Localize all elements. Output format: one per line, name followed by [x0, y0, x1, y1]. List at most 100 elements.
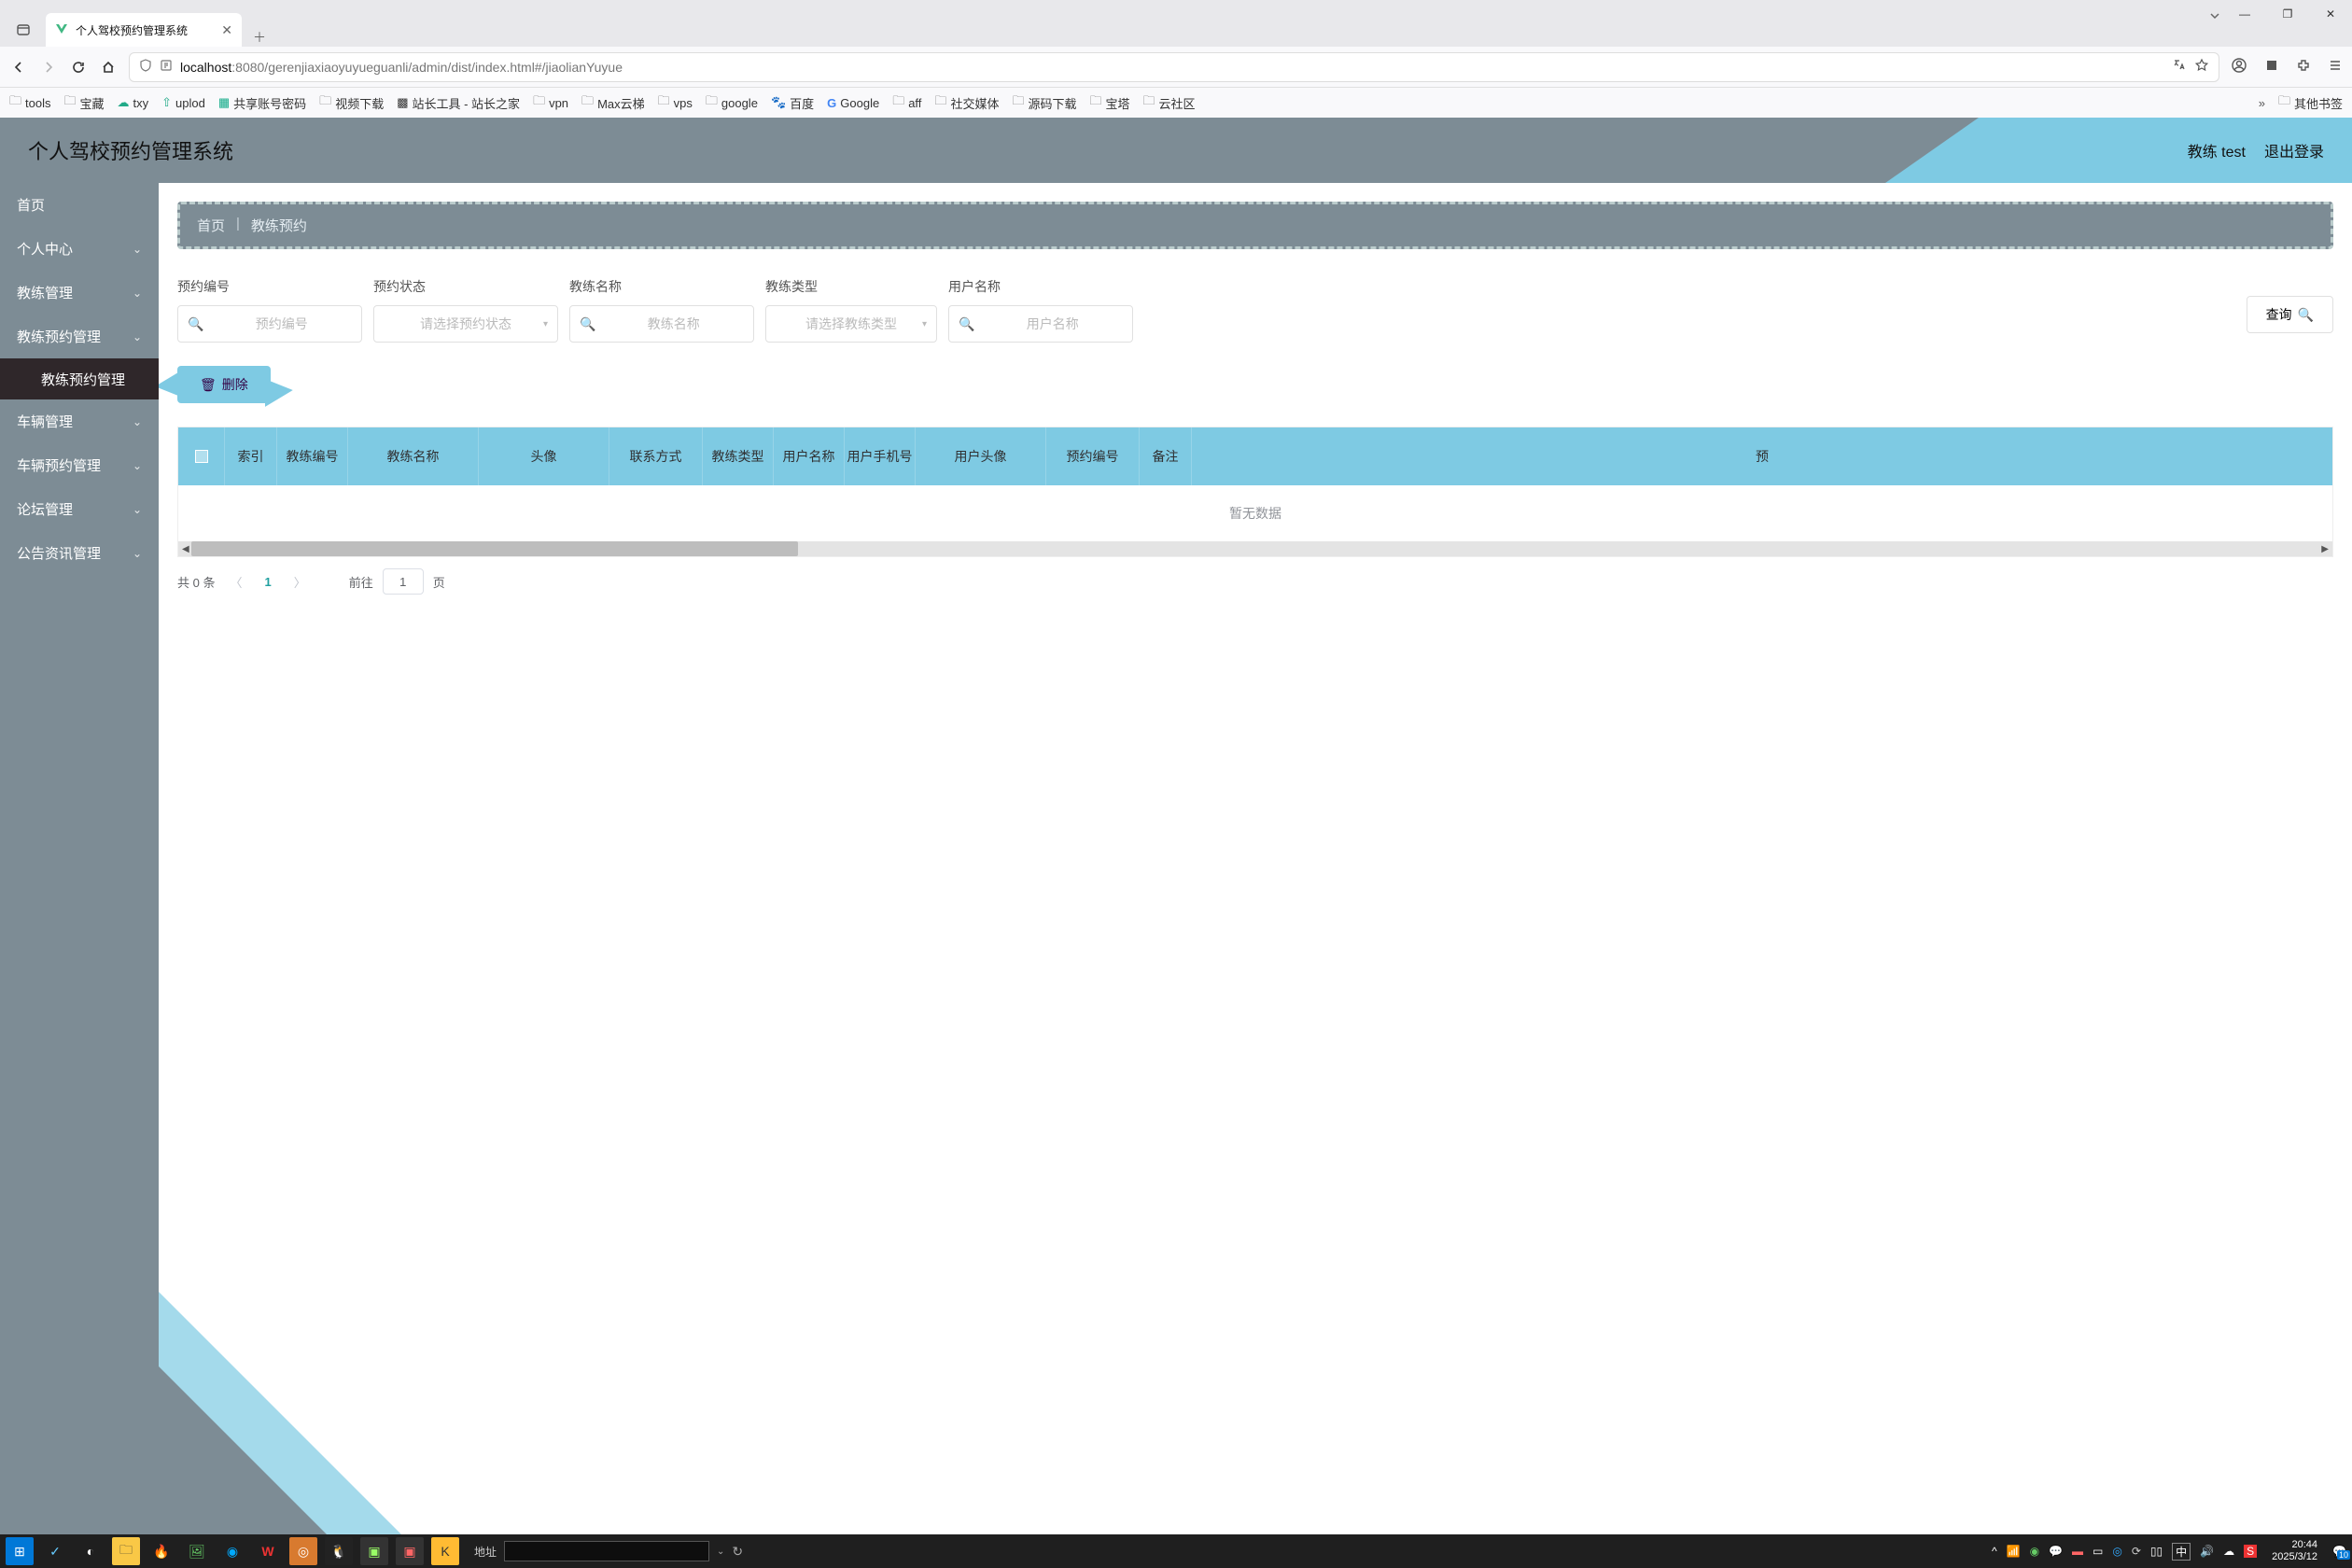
bookmark-item[interactable]: 🗀vpn [533, 92, 568, 113]
bookmark-item[interactable]: 🗀aff [892, 92, 921, 113]
select-all-checkbox[interactable] [178, 427, 225, 485]
taskbar-clock[interactable]: 20:44 2025/3/12 [2266, 1539, 2323, 1563]
tray-app-icon[interactable]: ☁ [2223, 1545, 2234, 1558]
tray-expand-icon[interactable]: ^ [1992, 1545, 1997, 1558]
bookmark-item[interactable]: 🗀宝塔 [1089, 92, 1129, 113]
tray-app-icon[interactable]: ▬ [2072, 1545, 2083, 1558]
scroll-left-icon[interactable]: ◀ [178, 544, 193, 554]
tabs-dropdown-icon[interactable] [2208, 9, 2221, 25]
page-info-icon[interactable] [160, 59, 173, 75]
notifications-icon[interactable]: 💬10 [2332, 1545, 2346, 1558]
tray-ime[interactable]: 中 [2172, 1543, 2191, 1561]
taskbar-refresh-icon[interactable]: ↻ [732, 1544, 743, 1560]
bookmark-item[interactable]: 🐾百度 [771, 94, 814, 112]
taskbar-app[interactable]: ◎ [289, 1537, 317, 1565]
sidebar-item-profile[interactable]: 个人中心⌄ [0, 227, 159, 271]
taskbar-firefox[interactable]: 🔥 [147, 1537, 175, 1565]
taskbar-address-input[interactable] [504, 1541, 709, 1561]
filter-status-select[interactable]: 请选择预约状态▾ [373, 305, 558, 343]
current-page[interactable]: 1 [257, 575, 278, 589]
other-bookmarks[interactable]: 🗀其他书签 [2278, 92, 2343, 113]
bookmark-item[interactable]: 🗀Max云梯 [581, 92, 645, 113]
scroll-right-icon[interactable]: ▶ [2317, 544, 2332, 554]
translate-icon[interactable] [2172, 58, 2187, 76]
forward-button[interactable] [39, 60, 58, 75]
new-tab-button[interactable]: ＋ [242, 28, 268, 47]
shield-icon[interactable] [139, 59, 152, 75]
taskbar-app[interactable]: 🖼 [183, 1537, 211, 1565]
taskbar-explorer[interactable]: 🗀 [112, 1537, 140, 1565]
goto-page-input[interactable] [383, 568, 424, 595]
taskbar-app[interactable]: ✓ [41, 1537, 69, 1565]
filter-user-name-input[interactable]: 🔍用户名称 [948, 305, 1133, 343]
user-label[interactable]: 教练 test [2188, 139, 2246, 161]
filter-reserve-no-input[interactable]: 🔍预约编号 [177, 305, 362, 343]
taskbar-intellij[interactable]: ▣ [396, 1537, 424, 1565]
bookmark-item[interactable]: ▩站长工具 - 站长之家 [397, 94, 520, 112]
close-tab-icon[interactable]: ✕ [221, 22, 232, 38]
sidebar-item-forum[interactable]: 论坛管理⌄ [0, 487, 159, 531]
account-icon[interactable] [2231, 57, 2247, 77]
tray-app-icon[interactable]: ◎ [2112, 1545, 2121, 1558]
tray-app-icon[interactable]: ▯▯ [2150, 1545, 2163, 1558]
taskbar-dropdown-icon[interactable]: ⌄ [717, 1547, 724, 1557]
bookmark-item[interactable]: 🗀社交媒体 [934, 92, 999, 113]
back-button[interactable] [9, 60, 28, 75]
bookmark-item[interactable]: 🗀vps [658, 92, 693, 113]
bookmark-item[interactable]: 🗀tools [9, 92, 50, 113]
bookmark-item[interactable]: 🗀视频下载 [319, 92, 384, 113]
sidebar-item-notice[interactable]: 公告资讯管理⌄ [0, 531, 159, 575]
tray-app-icon[interactable]: ◉ [2030, 1545, 2039, 1558]
next-page-button[interactable]: 〉 [288, 573, 312, 591]
start-button[interactable]: ⊞ [6, 1537, 34, 1565]
home-button[interactable] [99, 60, 118, 75]
tray-wechat-icon[interactable]: 💬 [2049, 1545, 2063, 1558]
sidebar-item-vehicle-reserve[interactable]: 车辆预约管理⌄ [0, 443, 159, 487]
prev-page-button[interactable]: 〈 [224, 573, 247, 591]
tray-sogou-icon[interactable]: S [2244, 1545, 2257, 1558]
sidebar-sub-coach-reserve[interactable]: 教练预约管理 [0, 358, 159, 399]
browser-tab[interactable]: 个人驾校预约管理系统 ✕ [46, 13, 242, 47]
bookmark-item[interactable]: 🗀源码下载 [1012, 92, 1076, 113]
tray-wifi-icon[interactable]: 📶 [2007, 1545, 2021, 1558]
bookmark-item[interactable]: 🗀宝藏 [63, 92, 104, 113]
search-button[interactable]: 查询 🔍 [2247, 296, 2333, 333]
bookmark-item[interactable]: 🗀云社区 [1143, 92, 1196, 113]
recent-tabs-icon[interactable] [5, 13, 42, 47]
logout-link[interactable]: 退出登录 [2264, 139, 2324, 161]
taskbar-pycharm[interactable]: ▣ [360, 1537, 388, 1565]
maximize-button[interactable]: ❐ [2266, 0, 2309, 28]
taskbar-app[interactable]: K [431, 1537, 459, 1565]
filter-coach-name-input[interactable]: 🔍教练名称 [569, 305, 754, 343]
bookmark-item[interactable]: ⇧uplod [161, 95, 205, 110]
bookmark-item[interactable]: GGoogle [827, 96, 879, 110]
taskbar-wps[interactable]: W [254, 1537, 282, 1565]
delete-button[interactable]: 🗑 删除 [177, 366, 271, 403]
tray-app-icon[interactable]: ⟳ [2132, 1545, 2141, 1558]
sidebar-item-home[interactable]: 首页 [0, 183, 159, 227]
tray-battery-icon[interactable]: ▭ [2093, 1545, 2103, 1558]
url-bar[interactable]: localhost:8080/gerenjiaxiaoyuyueguanli/a… [129, 52, 2219, 82]
scroll-thumb[interactable] [191, 541, 798, 556]
filter-coach-type-select[interactable]: 请选择教练类型▾ [765, 305, 937, 343]
taskbar-edge[interactable]: ◉ [218, 1537, 246, 1565]
extension-icon[interactable] [2264, 58, 2279, 76]
close-window-button[interactable]: ✕ [2309, 0, 2352, 28]
bookmark-item[interactable]: ▦共享账号密码 [218, 94, 306, 112]
tray-volume-icon[interactable]: 🔊 [2200, 1545, 2214, 1558]
horizontal-scrollbar[interactable]: ◀ ▶ [178, 541, 2332, 556]
sidebar-item-vehicle[interactable]: 车辆管理⌄ [0, 399, 159, 443]
bookmark-item[interactable]: 🗀google [706, 92, 758, 113]
minimize-button[interactable]: — [2223, 0, 2266, 28]
taskbar-chrome[interactable]: ◐ [77, 1537, 105, 1565]
sidebar-item-coach-reserve[interactable]: 教练预约管理⌄ [0, 315, 159, 358]
sidebar-item-coach[interactable]: 教练管理⌄ [0, 271, 159, 315]
bookmark-overflow-icon[interactable]: » [2259, 96, 2265, 110]
breadcrumb-home[interactable]: 首页 [197, 216, 225, 235]
extensions-icon[interactable] [2296, 58, 2311, 76]
bookmark-star-icon[interactable] [2194, 58, 2209, 76]
menu-icon[interactable] [2328, 58, 2343, 76]
reload-button[interactable] [69, 60, 88, 75]
bookmark-item[interactable]: ☁txy [118, 95, 149, 110]
taskbar-qq[interactable]: 🐧 [325, 1537, 353, 1565]
